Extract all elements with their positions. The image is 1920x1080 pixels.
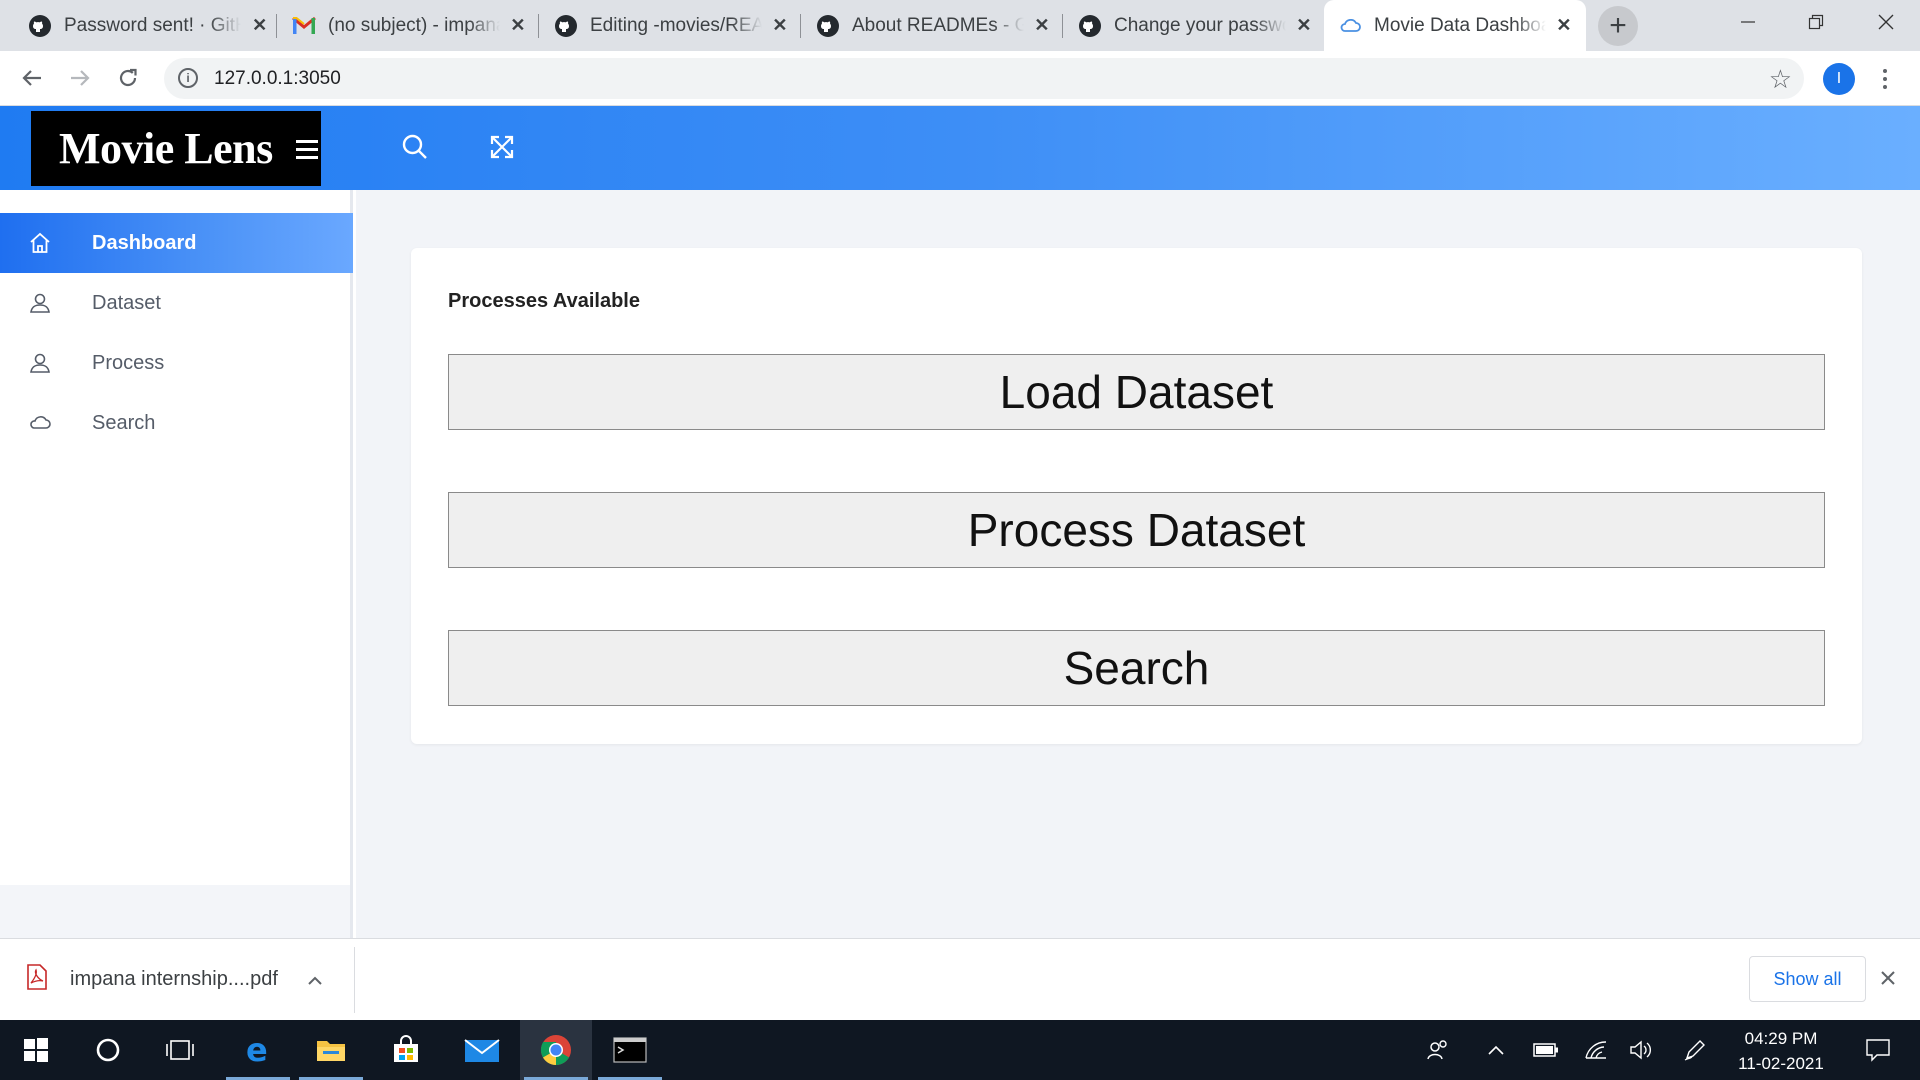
gmail-icon	[292, 14, 316, 38]
tab-title: Editing -movies/README	[590, 14, 762, 36]
browser-tab[interactable]: Change your password ✕	[1064, 0, 1326, 51]
tab-title: Movie Data Dashboard	[1374, 14, 1546, 36]
pdf-icon	[26, 963, 48, 995]
download-shelf: impana internship....pdf Show all	[0, 938, 1920, 1020]
edge-browser-icon[interactable]: e	[222, 1020, 294, 1080]
card-title: Processes Available	[448, 290, 640, 312]
browser-tab[interactable]: Password sent! · GitHub ✕	[14, 0, 282, 51]
wifi-icon[interactable]	[1572, 1020, 1620, 1080]
download-file-name: impana internship....pdf	[70, 967, 278, 990]
close-icon[interactable]: ✕	[1032, 15, 1052, 36]
restore-icon[interactable]	[1782, 0, 1850, 44]
tab-title: Change your password	[1114, 14, 1286, 36]
taskbar-clock[interactable]: 04:29 PM 11-02-2021	[1716, 1026, 1846, 1076]
close-icon[interactable]: ✕	[1294, 15, 1314, 36]
windows-taskbar: e 04:29 PM 11-02-2021	[0, 1020, 1920, 1080]
address-bar[interactable]: i 127.0.0.1:3050 ☆	[164, 58, 1804, 99]
profile-avatar[interactable]: I	[1823, 63, 1855, 95]
brand-name: Movie Lens	[59, 124, 273, 173]
new-tab-button[interactable]: +	[1598, 6, 1638, 46]
cloud-icon	[28, 415, 78, 431]
shelf-divider	[354, 947, 355, 1013]
sidebar-item-label: Process	[92, 351, 165, 374]
notifications-icon[interactable]	[1847, 1020, 1909, 1080]
sidebar: Dashboard Dataset Process Search	[0, 190, 353, 885]
store-icon[interactable]	[370, 1020, 442, 1080]
github-icon	[816, 14, 840, 38]
browser-toolbar: i 127.0.0.1:3050 ☆ I	[0, 51, 1920, 106]
svg-text:e: e	[246, 1034, 268, 1066]
close-icon[interactable]: ✕	[770, 15, 790, 36]
close-icon[interactable]	[1880, 965, 1896, 993]
clock-date: 11-02-2021	[1738, 1054, 1824, 1073]
close-icon[interactable]: ✕	[1554, 15, 1574, 36]
main-content: Processes Available Load Dataset Process…	[356, 190, 1920, 938]
pen-icon[interactable]	[1671, 1020, 1719, 1080]
sidebar-item-label: Search	[92, 411, 156, 434]
forward-arrow-icon[interactable]	[62, 60, 98, 96]
address-url[interactable]: 127.0.0.1:3050	[214, 68, 341, 90]
browser-tabstrip: Password sent! · GitHub ✕ (no subject) -…	[0, 0, 1920, 51]
clock-time: 04:29 PM	[1744, 1029, 1818, 1048]
back-arrow-icon[interactable]	[14, 60, 50, 96]
browser-tab-active[interactable]: Movie Data Dashboard ✕	[1324, 0, 1586, 51]
reload-icon[interactable]	[110, 60, 146, 96]
user-icon	[28, 291, 78, 315]
tab-divider	[800, 14, 801, 38]
tab-title: Password sent! · GitHub	[64, 14, 241, 36]
minimize-icon[interactable]	[1714, 0, 1782, 44]
processes-card: Processes Available Load Dataset Process…	[411, 248, 1862, 744]
sidebar-footer	[0, 885, 353, 938]
fullscreen-icon[interactable]	[485, 130, 519, 164]
tab-divider	[538, 14, 539, 38]
browser-menu-icon[interactable]	[1875, 61, 1895, 97]
github-icon	[28, 14, 52, 38]
home-icon	[28, 231, 78, 255]
chrome-icon[interactable]	[520, 1020, 592, 1080]
people-icon[interactable]	[1414, 1020, 1462, 1080]
load-dataset-button[interactable]: Load Dataset	[448, 354, 1825, 430]
close-icon[interactable]: ✕	[508, 15, 528, 36]
bookmark-star-icon[interactable]: ☆	[1769, 64, 1792, 95]
hamburger-menu-icon[interactable]	[296, 140, 318, 159]
terminal-icon[interactable]	[594, 1020, 666, 1080]
chevron-up-icon[interactable]	[308, 969, 322, 990]
browser-tab[interactable]: (no subject) - impana ✕	[278, 0, 540, 51]
cortana-search-icon[interactable]	[72, 1020, 144, 1080]
close-icon[interactable]: ✕	[249, 15, 270, 36]
show-all-button[interactable]: Show all	[1749, 956, 1866, 1002]
file-explorer-icon[interactable]	[295, 1020, 367, 1080]
page-icon	[1338, 14, 1362, 38]
browser-tab[interactable]: About READMEs - GitHub ✕	[802, 0, 1064, 51]
sidebar-item-dashboard[interactable]: Dashboard	[0, 213, 353, 273]
mail-icon[interactable]	[446, 1020, 518, 1080]
sidebar-item-label: Dashboard	[92, 231, 197, 254]
process-dataset-button[interactable]: Process Dataset	[448, 492, 1825, 568]
app-header: Movie Lens	[0, 106, 1920, 190]
download-item[interactable]: impana internship....pdf	[26, 959, 322, 999]
tab-title: About READMEs - GitHub	[852, 14, 1024, 36]
volume-icon[interactable]	[1618, 1020, 1666, 1080]
sidebar-item-search[interactable]: Search	[0, 393, 353, 453]
user-icon	[28, 351, 78, 375]
battery-icon[interactable]	[1522, 1020, 1570, 1080]
window-close-icon[interactable]	[1852, 0, 1920, 44]
github-icon	[1078, 14, 1102, 38]
browser-tab[interactable]: Editing -movies/README ✕	[540, 0, 802, 51]
sidebar-item-process[interactable]: Process	[0, 333, 353, 393]
tab-title: (no subject) - impana	[328, 14, 500, 36]
windows-start-icon[interactable]	[0, 1020, 72, 1080]
tab-divider	[276, 14, 277, 38]
task-view-icon[interactable]	[144, 1020, 216, 1080]
sidebar-item-dataset[interactable]: Dataset	[0, 273, 353, 333]
brand-logo[interactable]: Movie Lens	[31, 111, 321, 186]
sidebar-item-label: Dataset	[92, 291, 161, 314]
github-icon	[554, 14, 578, 38]
search-button[interactable]: Search	[448, 630, 1825, 706]
chevron-up-icon[interactable]	[1472, 1020, 1520, 1080]
site-info-icon[interactable]: i	[178, 68, 198, 88]
search-icon[interactable]	[398, 130, 432, 164]
tab-divider	[1062, 14, 1063, 38]
